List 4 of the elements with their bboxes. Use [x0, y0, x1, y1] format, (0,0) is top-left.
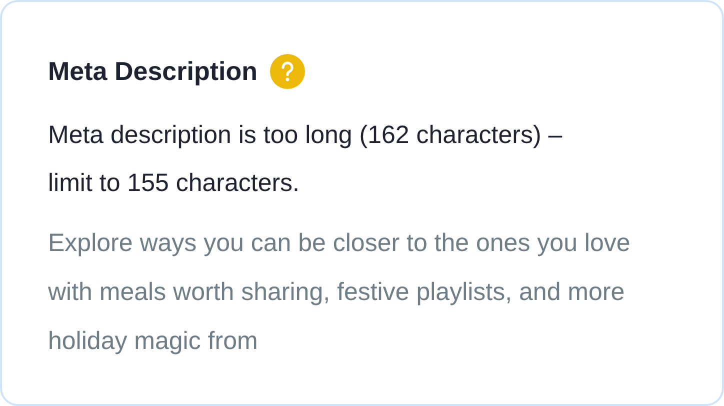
- section-title: Meta Description: [48, 56, 258, 87]
- warning-message: Meta description is too long (162 characters) – limit to 155 characters.: [48, 120, 564, 199]
- meta-description-text: Explore ways you can be closer to the ones you love with meals worth sharing, festive playlists, and more holiday magic from: [48, 228, 632, 357]
- help-icon[interactable]: [270, 54, 304, 89]
